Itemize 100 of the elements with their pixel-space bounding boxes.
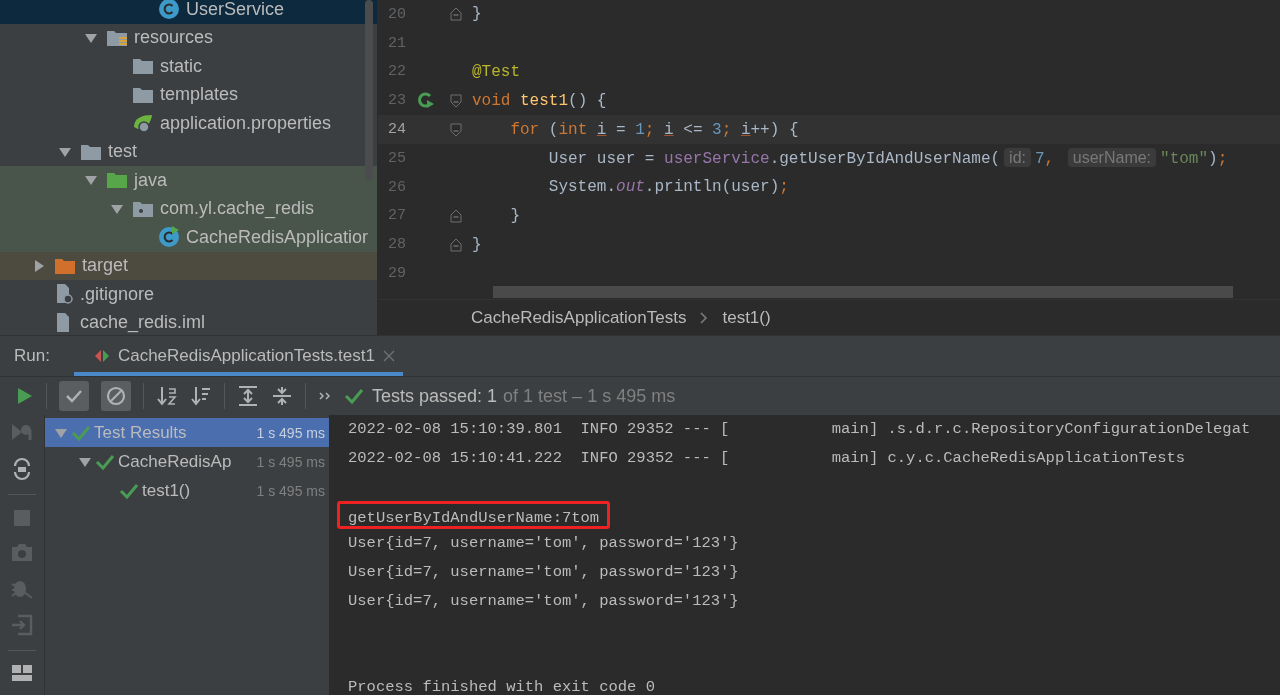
file-icon — [54, 283, 74, 306]
tree-item[interactable]: static — [0, 52, 377, 81]
expand-arrow-icon[interactable] — [85, 31, 97, 44]
expand-arrow-icon[interactable] — [33, 259, 45, 272]
sort-by-duration-icon[interactable] — [190, 385, 212, 407]
stop-icon[interactable] — [12, 508, 32, 528]
tree-item[interactable]: UserService — [0, 0, 377, 24]
run-tab[interactable]: CacheRedisApplicationTests.test1 — [73, 336, 403, 376]
camera-icon[interactable] — [10, 541, 34, 563]
line-number: 20 — [387, 5, 406, 23]
filter-toggle[interactable] — [59, 381, 89, 411]
tree-item-label: UserService — [186, 0, 285, 19]
test-result-item[interactable]: CacheRedisAp 1 s 495 ms — [45, 447, 329, 476]
fold-marker-icon[interactable] — [450, 208, 462, 223]
console-line: 2022-02-08 15:10:41.222 INFO 29352 --- [ main] c.y.c.CacheRedisApplicationTests — [348, 447, 1187, 469]
fold-marker-icon[interactable] — [450, 93, 462, 108]
scrollbar[interactable] — [365, 0, 373, 180]
panel-title: Run: — [14, 345, 50, 367]
console-line: User{id=7, username='tom', password='123'} — [348, 591, 740, 612]
console-line: User{id=7, username='tom', password='123'} — [348, 533, 740, 555]
line-number: 24 — [387, 121, 406, 139]
fold-marker-icon[interactable] — [450, 7, 462, 22]
class-icon — [158, 0, 180, 21]
test-name: CacheRedisAp — [118, 451, 232, 472]
tree-item[interactable]: java — [0, 166, 377, 195]
tree-item[interactable]: application.properties — [0, 109, 377, 138]
fold-marker-icon[interactable] — [450, 237, 462, 252]
expand-arrow-icon[interactable] — [59, 145, 71, 158]
close-icon[interactable] — [382, 350, 395, 362]
code-line: for (int i = 1; i <= 3; i++) { — [509, 120, 799, 139]
folder-icon — [106, 171, 128, 190]
code-line: User user = userService.getUserByIdAndUserName( id: 7, userName: "tom"); — [547, 148, 1228, 168]
expand-arrow-icon[interactable] — [85, 174, 97, 187]
tree-item-label: resources — [134, 28, 214, 48]
filter-toggle[interactable] — [101, 381, 131, 411]
more-icon[interactable] — [318, 390, 332, 402]
check-icon — [344, 387, 364, 405]
tree-item-label: static — [160, 56, 202, 76]
no-entry-icon — [106, 386, 126, 406]
status-text: Tests passed: 1 — [372, 385, 498, 407]
expand-arrow-icon[interactable] — [111, 202, 123, 215]
code-line: } — [509, 206, 520, 225]
folder-icon — [132, 85, 154, 104]
leaf-icon — [132, 113, 154, 134]
tree-item-label: templates — [160, 85, 239, 105]
sort-alphabetically-icon[interactable] — [156, 385, 178, 407]
test-result-item[interactable]: test1() 1 s 495 ms — [45, 476, 329, 505]
test-duration: 1 s 495 ms — [256, 453, 325, 470]
folder-icon — [132, 199, 154, 218]
folder-icon — [80, 142, 102, 161]
line-number: 25 — [387, 149, 406, 167]
test-name: test1() — [142, 480, 191, 501]
line-number: 26 — [387, 178, 406, 196]
tree-item-label: target — [82, 256, 129, 276]
tree-item[interactable]: cache_redis.iml — [0, 308, 377, 335]
tree-item[interactable]: com.yl.cache_redis — [0, 194, 377, 223]
tree-item[interactable]: .gitignore — [0, 280, 377, 309]
tree-item-label: java — [134, 170, 168, 190]
test-result-item[interactable]: Test Results 1 s 495 ms — [45, 418, 329, 447]
layout-icon[interactable] — [11, 664, 33, 682]
tree-item[interactable]: CacheRedisApplicatior — [0, 223, 377, 252]
tree-item[interactable]: resources — [0, 23, 377, 52]
code-line: System.out.println(user); — [547, 178, 789, 197]
collapse-all-icon[interactable] — [271, 385, 293, 407]
folder-icon — [106, 28, 128, 47]
tree-item[interactable]: test — [0, 137, 377, 166]
line-number: 27 — [387, 207, 406, 225]
expand-all-icon[interactable] — [237, 385, 259, 407]
breadcrumb[interactable]: CacheRedisApplicationTests — [471, 307, 687, 328]
code-line: void test1() { — [472, 91, 607, 110]
tree-item[interactable]: target — [0, 251, 377, 280]
tree-item-label: com.yl.cache_redis — [160, 199, 315, 219]
run-config-icon — [93, 348, 110, 364]
tree-item-label: cache_redis.iml — [80, 313, 206, 333]
expand-arrow-icon[interactable] — [79, 455, 91, 468]
console-line: Process finished with exit code 0 — [348, 677, 656, 695]
line-number: 28 — [387, 236, 406, 254]
folder-icon — [132, 57, 154, 76]
console-line: 2022-02-08 15:10:39.801 INFO 29352 --- [ main] .s.d.r.c.RepositoryConfigurationDelegat — [348, 419, 1252, 440]
tree-item-label: .gitignore — [80, 284, 155, 304]
line-number: 29 — [387, 265, 406, 283]
test-name: Test Results — [94, 422, 187, 443]
code-line: @Test — [472, 63, 520, 81]
tree-item-label: application.properties — [160, 113, 332, 133]
import-icon[interactable] — [10, 613, 34, 637]
breadcrumb[interactable]: test1() — [722, 307, 771, 328]
expand-arrow-icon[interactable] — [55, 426, 67, 439]
console-line: User{id=7, username='tom', password='123'} — [348, 562, 740, 584]
tree-item-label: test — [108, 142, 137, 162]
scrollbar[interactable] — [493, 286, 1233, 298]
test-duration: 1 s 495 ms — [256, 424, 325, 441]
folder-icon — [54, 256, 76, 275]
status-detail: of 1 test – 1 s 495 ms — [503, 385, 676, 407]
fold-marker-icon[interactable] — [450, 122, 462, 137]
class-icon — [158, 226, 180, 249]
tree-item[interactable]: templates — [0, 80, 377, 109]
line-number: 21 — [387, 34, 406, 52]
tree-item-label: CacheRedisApplicatior — [186, 227, 369, 247]
run-test-icon[interactable] — [417, 91, 435, 110]
code-line: } — [472, 5, 482, 24]
